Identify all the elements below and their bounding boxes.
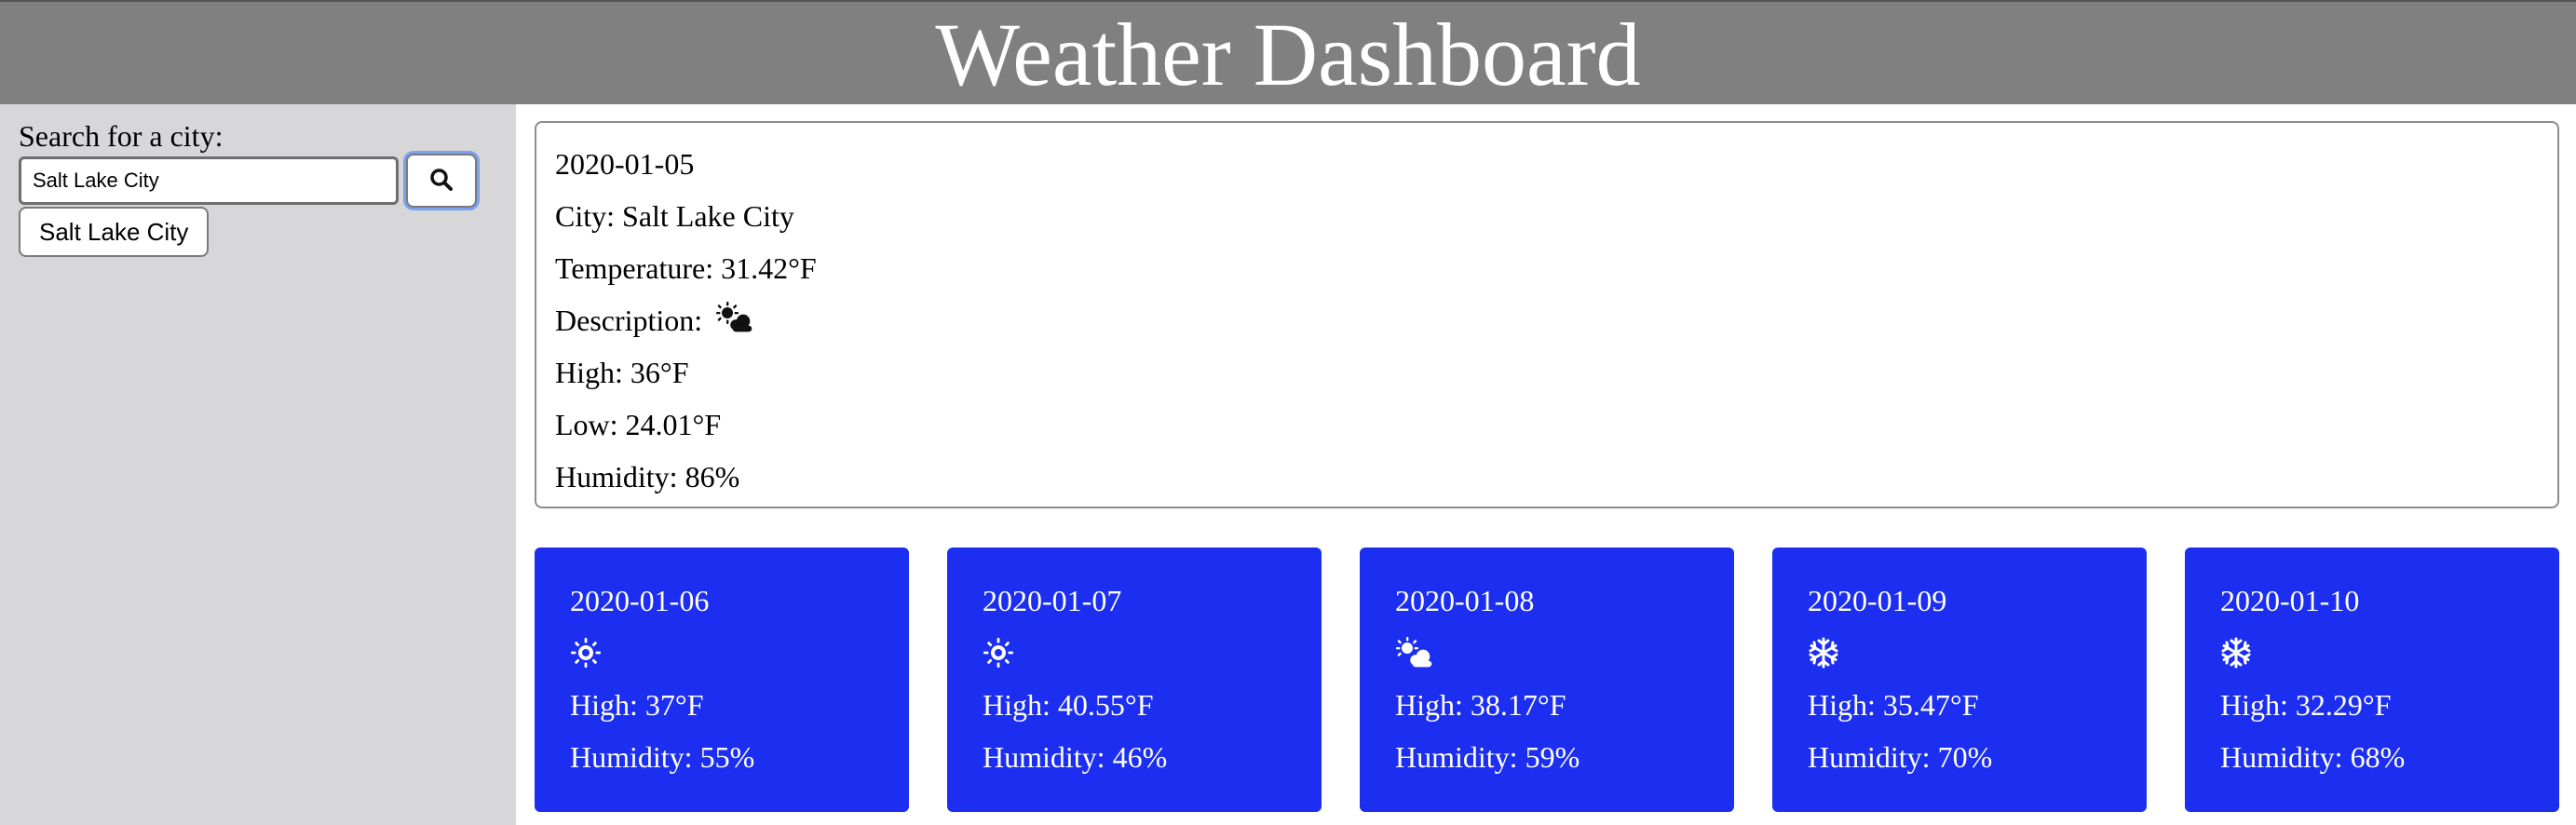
forecast-high: High: 32.29°F xyxy=(2220,688,2392,722)
forecast-high: High: 40.55°F xyxy=(983,688,1154,722)
sun-icon xyxy=(570,633,909,685)
forecast-date: 2020-01-08 xyxy=(1395,584,1535,617)
forecast-card: 2020-01-10 High: 32.29°F Humidity: 68% xyxy=(2185,548,2559,812)
sun-behind-cloud-icon xyxy=(715,302,754,345)
current-description: Description: xyxy=(555,300,2557,352)
app-header: Weather Dashboard xyxy=(0,0,2576,104)
search-icon xyxy=(429,168,454,195)
search-label: Search for a city: xyxy=(19,119,224,153)
sun-behind-cloud-icon xyxy=(1395,633,1734,685)
description-label: Description: xyxy=(555,304,703,337)
forecast-card: 2020-01-06 High: 37°F Humidity: 55% xyxy=(535,548,909,812)
forecast-date: 2020-01-07 xyxy=(983,584,1122,617)
forecast-card: 2020-01-07 High: 40.55°F Humidity: 46% xyxy=(947,548,1322,812)
search-input[interactable] xyxy=(19,156,399,205)
forecast-humidity: Humidity: 59% xyxy=(1395,740,1580,774)
forecast-humidity: Humidity: 70% xyxy=(1808,740,1993,774)
sun-icon xyxy=(983,633,1322,685)
search-button[interactable] xyxy=(406,154,477,208)
forecast-humidity: Humidity: 46% xyxy=(983,740,1168,774)
snowflake-icon xyxy=(1808,633,2147,685)
history-city-button[interactable]: Salt Lake City xyxy=(19,207,210,257)
forecast-date: 2020-01-06 xyxy=(570,584,710,617)
current-temperature: Temperature: 31.42°F xyxy=(555,251,817,285)
forecast-humidity: Humidity: 68% xyxy=(2220,740,2406,774)
snowflake-icon xyxy=(2220,633,2559,685)
forecast-card: 2020-01-08 High: 38.17°F Humidity: 59% xyxy=(1360,548,1734,812)
forecast-high: High: 38.17°F xyxy=(1395,688,1566,722)
forecast-date: 2020-01-09 xyxy=(1808,584,1947,617)
forecast-humidity: Humidity: 55% xyxy=(570,740,755,774)
current-low: Low: 24.01°F xyxy=(555,408,722,441)
forecast-card: 2020-01-09 High: 35.47°F Humidity: 70% xyxy=(1772,548,2147,812)
sidebar: Search for a city: Salt Lake City xyxy=(0,104,516,825)
current-date: 2020-01-05 xyxy=(555,147,695,181)
page-title: Weather Dashboard xyxy=(935,5,1641,104)
current-city: City: Salt Lake City xyxy=(555,199,794,233)
current-weather-panel: 2020-01-05 City: Salt Lake City Temperat… xyxy=(535,121,2559,508)
current-humidity: Humidity: 86% xyxy=(555,460,740,494)
forecast-date: 2020-01-10 xyxy=(2220,584,2360,617)
current-high: High: 36°F xyxy=(555,356,689,389)
forecast-high: High: 37°F xyxy=(570,688,704,722)
forecast-high: High: 35.47°F xyxy=(1808,688,1979,722)
